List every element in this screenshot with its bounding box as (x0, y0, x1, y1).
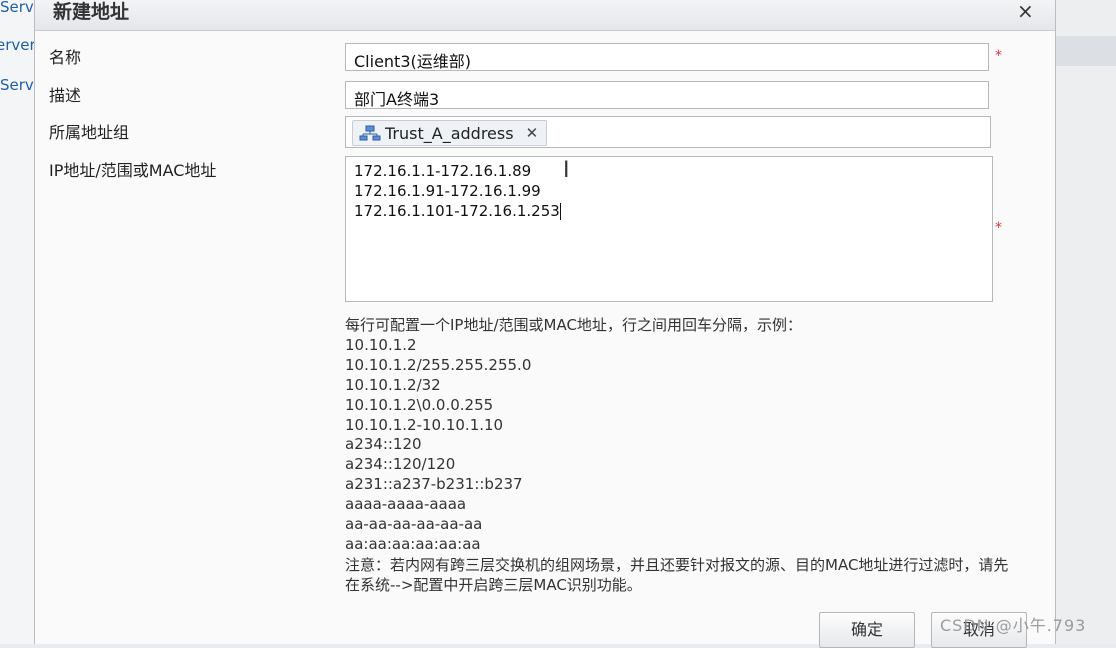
help-intro: 每行可配置一个IP地址/范围或MAC地址，行之间用回车分隔，示例： (345, 316, 802, 334)
close-icon[interactable]: × (1017, 0, 1034, 23)
description-label: 描述 (49, 86, 82, 105)
background-sidebar: Serv erver Serv (0, 0, 36, 644)
background-item[interactable]: erver (0, 36, 36, 54)
help-example: 10.10.1.2-10.10.1.10 (345, 415, 504, 434)
help-example: 10.10.1.2/255.255.255.0 (345, 355, 532, 374)
ip-line: 172.16.1.101-172.16.1.253 (354, 202, 560, 220)
address-group-tag: Trust_A_address ✕ (352, 120, 548, 146)
help-example: 10.10.1.2 (345, 335, 417, 354)
text-caret (559, 203, 561, 220)
ok-button[interactable]: 确定 (819, 612, 915, 648)
help-example: aa-aa-aa-aa-aa-aa (345, 515, 483, 534)
ip-line: 172.16.1.91-172.16.1.99 (354, 182, 541, 200)
ip-address-textarea[interactable]: 172.16.1.1-172.16.1.89 172.16.1.91-172.1… (345, 156, 993, 302)
new-address-dialog: 新建地址 × 名称 Client3(运维部) * 描述 部门A终端3 所属地址组… (34, 0, 1056, 648)
dialog-titlebar: 新建地址 × (35, 0, 1055, 31)
background-item[interactable]: Serv (0, 0, 34, 16)
name-input[interactable]: Client3(运维部) (345, 43, 989, 71)
ip-address-label: IP地址/范围或MAC地址 (49, 161, 217, 180)
help-example: a234::120/120 (345, 455, 456, 474)
help-text: 每行可配置一个IP地址/范围或MAC地址，行之间用回车分隔，示例： 10.10.… (345, 316, 1035, 595)
description-input[interactable]: 部门A终端3 (345, 81, 989, 109)
help-note: 注意：若内网有跨三层交换机的组网场景，并且还要针对报文的源、目的MAC地址进行过… (345, 555, 1009, 594)
required-mark: * (995, 220, 1002, 236)
remove-tag-icon[interactable]: ✕ (526, 124, 539, 142)
watermark: CSDN @小午.793 (940, 616, 1087, 635)
address-group-tag-label: Trust_A_address (385, 123, 514, 143)
background-panel (1054, 0, 1116, 644)
ip-line: 172.16.1.1-172.16.1.89 (354, 162, 532, 180)
background-band (1054, 36, 1116, 66)
help-example: aaaa-aaaa-aaaa (345, 495, 467, 514)
help-example: aa:aa:aa:aa:aa:aa (345, 534, 481, 553)
ip-line-with-caret: 172.16.1.101-172.16.1.253 (354, 201, 984, 221)
network-group-icon (359, 125, 381, 141)
required-mark: * (995, 48, 1002, 64)
dialog-title: 新建地址 (53, 1, 130, 23)
address-group-label: 所属地址组 (49, 123, 130, 142)
name-label: 名称 (49, 48, 82, 67)
help-example: 10.10.1.2/32 (345, 375, 441, 394)
help-example: 10.10.1.2\0.0.0.255 (345, 395, 494, 414)
ibeam-cursor-icon: I (563, 158, 570, 183)
background-item[interactable]: Serv (0, 76, 34, 94)
address-group-field[interactable]: Trust_A_address ✕ (345, 116, 991, 148)
help-example: a234::120 (345, 435, 422, 454)
help-example: a231::a237-b231::b237 (345, 475, 523, 494)
